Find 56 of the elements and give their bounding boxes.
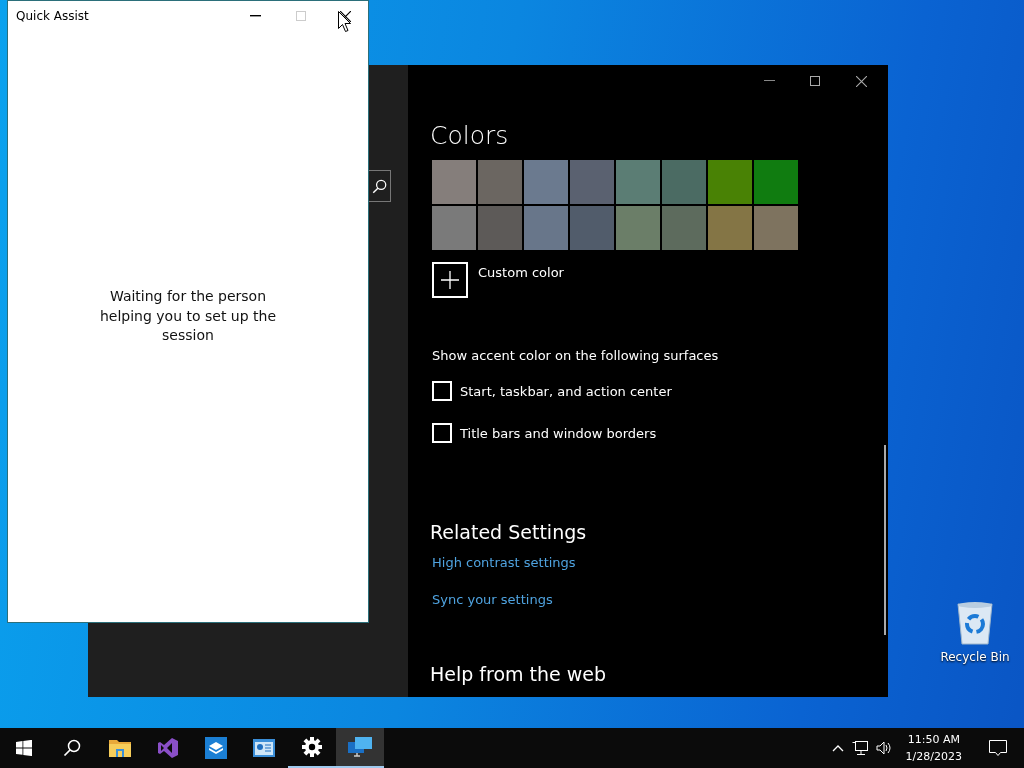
volume-icon[interactable]	[875, 741, 892, 755]
color-swatch[interactable]	[708, 206, 752, 250]
color-swatch[interactable]	[570, 206, 614, 250]
section-heading: Related Settings	[430, 521, 588, 543]
window-title: Quick Assist	[15, 9, 90, 23]
box-icon[interactable]	[205, 737, 227, 759]
start-icon[interactable]	[16, 740, 32, 756]
color-swatch[interactable]	[754, 160, 798, 204]
plus-icon	[441, 271, 459, 289]
color-swatch[interactable]	[570, 160, 614, 204]
checkbox-label: Title bars and window borders	[460, 425, 657, 441]
checkbox-label: Start, taskbar, and action center	[460, 383, 672, 399]
chevron-up-icon[interactable]	[831, 744, 844, 752]
maximize-icon[interactable]	[810, 76, 820, 86]
page-heading: Colors	[430, 121, 510, 150]
custom-color-label: Custom color	[478, 265, 564, 280]
color-swatch[interactable]	[662, 206, 706, 250]
checkbox[interactable]	[432, 423, 452, 443]
waiting-message: Waiting for the person helping you to set up the session	[98, 287, 278, 346]
color-swatch[interactable]	[524, 206, 568, 250]
color-swatch[interactable]	[478, 206, 522, 250]
minimize-icon[interactable]	[250, 15, 261, 17]
color-swatch[interactable]	[616, 160, 660, 204]
close-icon[interactable]	[340, 10, 351, 22]
folder-icon[interactable]	[109, 738, 131, 758]
taskbar-button[interactable]	[336, 728, 384, 768]
scrollbar[interactable]	[884, 445, 886, 635]
window-card-icon[interactable]	[253, 739, 275, 757]
desktop-icon-label[interactable]: Recycle Bin	[940, 650, 1010, 664]
search-icon[interactable]	[63, 739, 81, 757]
checkbox[interactable]	[432, 381, 452, 401]
network-icon[interactable]	[851, 740, 868, 756]
color-swatch[interactable]	[616, 206, 660, 250]
section-label: Show accent color on the following surfaces	[432, 348, 720, 363]
color-swatch[interactable]	[708, 160, 752, 204]
color-swatch[interactable]	[662, 160, 706, 204]
minimize-icon[interactable]	[763, 80, 775, 82]
custom-color-button[interactable]	[432, 262, 468, 298]
settings-link[interactable]: High contrast settings	[432, 555, 576, 570]
clock-date[interactable]: 1/28/2023	[905, 748, 962, 765]
recycle-bin-icon[interactable]	[956, 600, 994, 646]
settings-link[interactable]: Sync your settings	[432, 592, 553, 607]
color-swatch[interactable]	[524, 160, 568, 204]
loop-icon[interactable]	[157, 737, 179, 759]
cursor-icon	[338, 11, 351, 32]
color-swatch[interactable]	[478, 160, 522, 204]
section-heading: Help from the web	[430, 663, 608, 685]
gear-icon[interactable]	[302, 737, 322, 757]
clock-time[interactable]: 11:50 AM	[907, 731, 960, 748]
close-icon[interactable]	[855, 75, 867, 87]
notification-icon[interactable]	[989, 739, 1007, 757]
color-swatch[interactable]	[432, 206, 476, 250]
monitors-icon[interactable]	[348, 736, 372, 758]
color-swatch[interactable]	[432, 160, 476, 204]
search-icon	[371, 178, 387, 194]
color-swatch[interactable]	[754, 206, 798, 250]
